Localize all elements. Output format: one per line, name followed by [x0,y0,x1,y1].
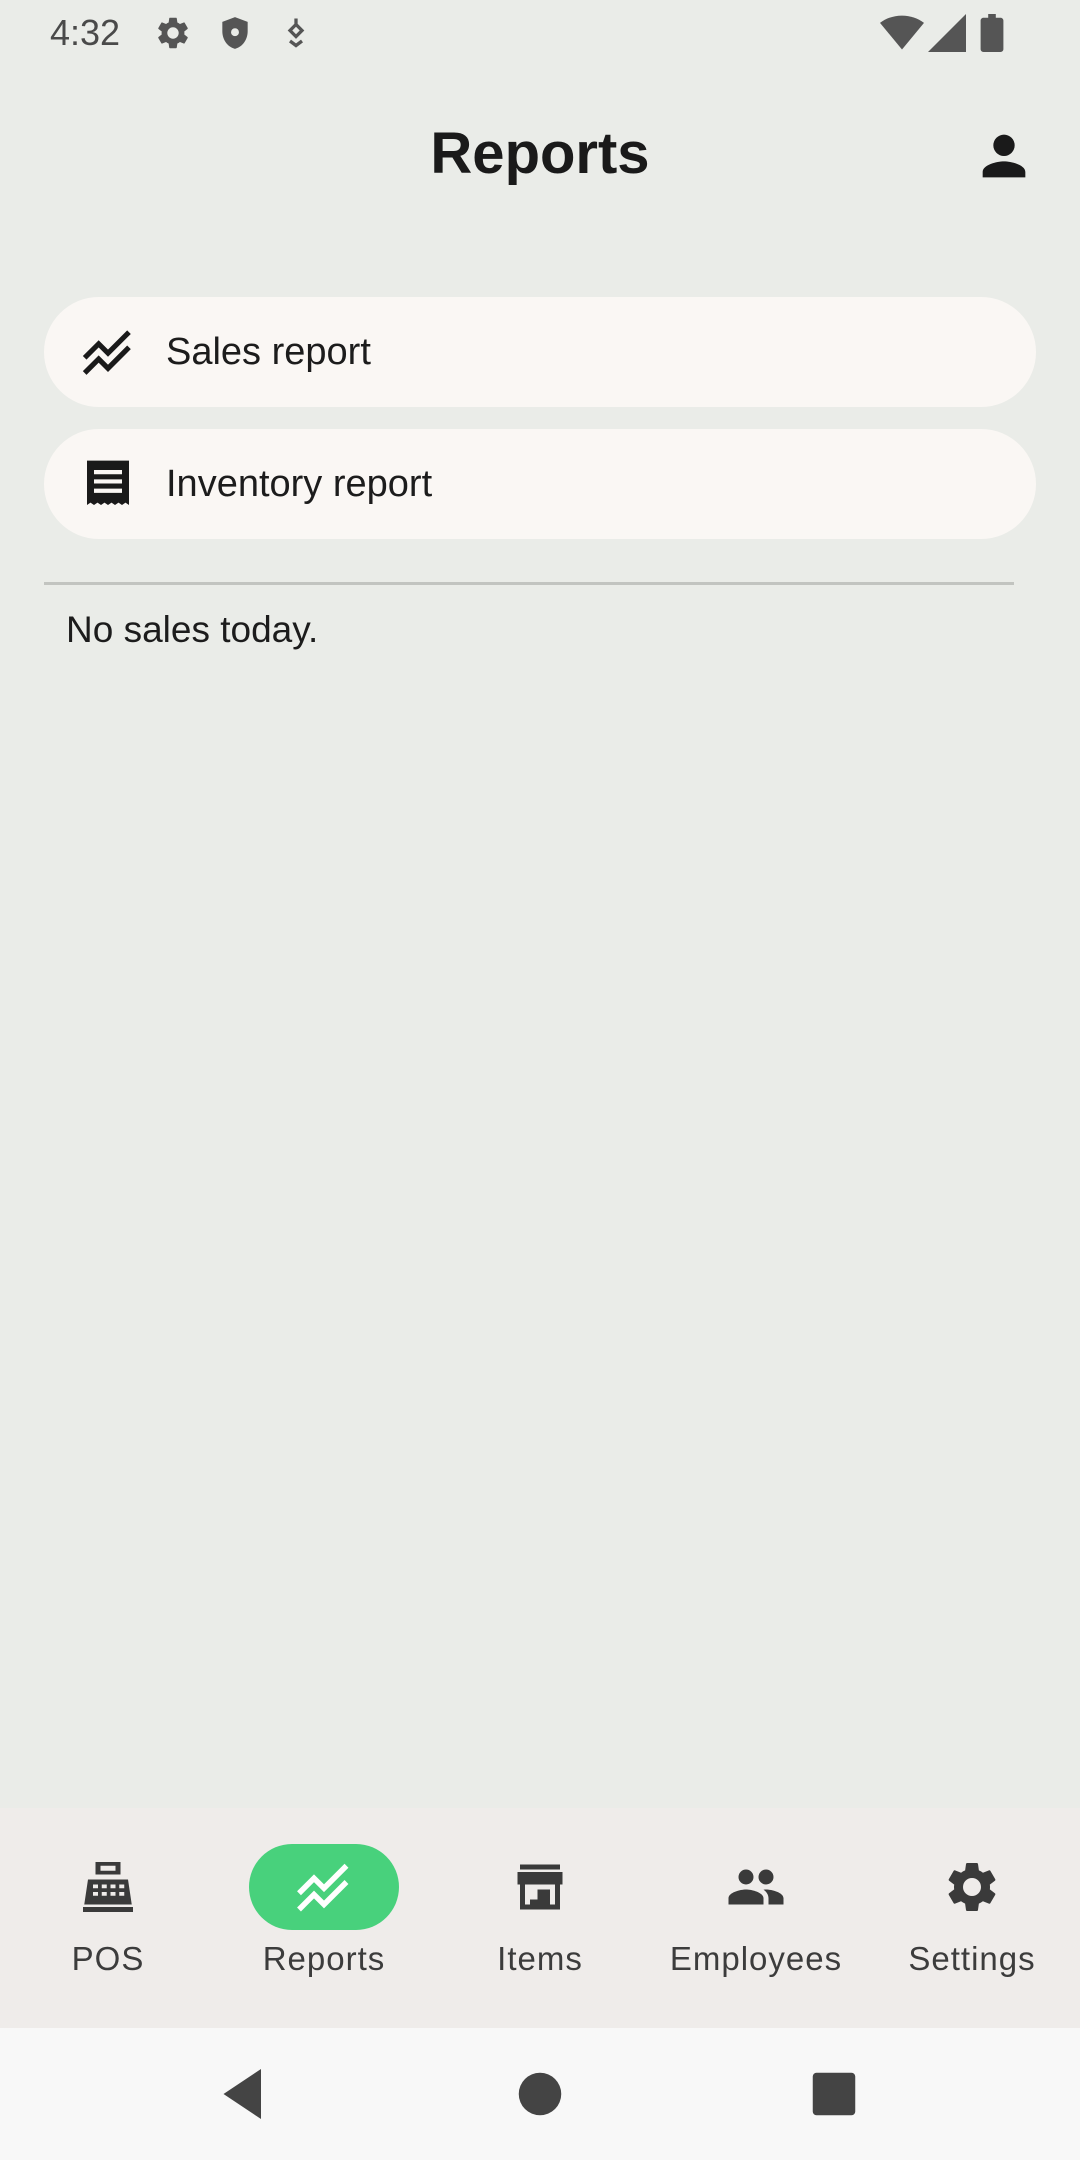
account-person-icon [982,134,1026,178]
status-time: 4:32 [50,12,121,53]
nav-label-settings: Settings [908,1940,1036,1977]
sales-report-button[interactable]: Sales report [44,297,1036,407]
bottom-navigation: POS Reports Items Employees Settings [0,1808,1080,2028]
settings-gear-icon [154,14,192,57]
wifi-icon [880,14,924,57]
location-pin-icon [278,14,314,55]
system-navigation-bar [0,2028,1080,2160]
nav-item-pos[interactable]: POS [0,1808,216,2028]
sales-report-label: Sales report [166,331,371,373]
nav-label-items: Items [497,1940,583,1977]
divider [44,582,1014,585]
home-icon[interactable] [510,2064,570,2124]
nav-label-reports: Reports [262,1940,386,1977]
shield-icon [216,14,254,57]
inventory-report-label: Inventory report [166,463,433,505]
status-bar: 4:32 [0,0,1080,66]
trending-chart-icon [80,324,136,380]
trending-chart-icon [294,1857,354,1917]
cellular-signal-icon [928,14,966,57]
receipt-icon [80,456,136,512]
back-icon[interactable] [216,2064,276,2124]
storefront-icon [510,1857,570,1917]
account-button[interactable] [972,124,1036,188]
nav-item-settings[interactable]: Settings [864,1808,1080,2028]
nav-item-employees[interactable]: Employees [648,1808,864,2028]
battery-icon [980,14,1004,57]
nav-label-employees: Employees [669,1940,843,1977]
nav-item-reports[interactable]: Reports [216,1808,432,2028]
page-title: Reports [430,121,650,186]
nav-label-pos: POS [71,1940,145,1977]
inventory-report-button[interactable]: Inventory report [44,429,1036,539]
empty-state-text: No sales today. [66,609,319,650]
cash-register-icon [78,1857,138,1917]
settings-gear-icon [942,1857,1002,1917]
people-icon [726,1857,786,1917]
app-bar: Reports [0,66,1080,246]
recents-icon[interactable] [804,2064,864,2124]
nav-item-items[interactable]: Items [432,1808,648,2028]
